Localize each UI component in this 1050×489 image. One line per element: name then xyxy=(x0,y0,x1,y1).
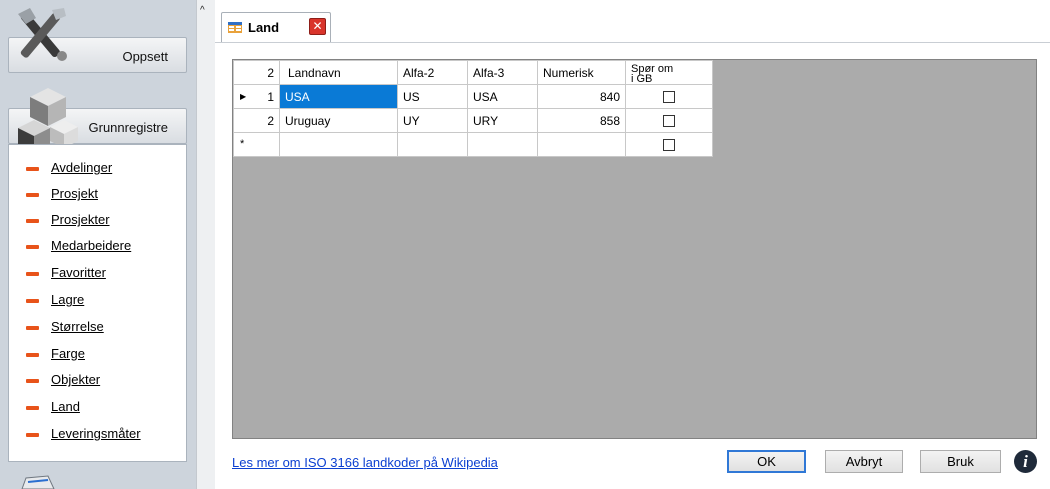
land-table: 2 Landnavn Alfa-2 Alfa-3 Numerisk Spør o… xyxy=(233,60,713,157)
row-header[interactable]: ▶ 1 xyxy=(233,84,280,109)
nav-item-label: Farge xyxy=(51,346,85,361)
nav-item-label: Prosjekter xyxy=(51,212,110,227)
cell-landnavn[interactable]: USA xyxy=(279,84,398,109)
table-row[interactable]: 2 Uruguay UY URY 858 xyxy=(233,108,713,133)
column-header-landnavn[interactable]: Landnavn xyxy=(279,60,398,85)
close-icon[interactable]: ✕ xyxy=(309,18,326,35)
cell-alfa2[interactable]: US xyxy=(397,84,468,109)
cell-spor-om-i-gb[interactable] xyxy=(625,108,713,133)
new-row-marker: * xyxy=(240,138,245,150)
bullet-icon xyxy=(26,245,39,249)
cell-alfa3[interactable]: URY xyxy=(467,108,538,133)
nav-item-leveringsmater[interactable]: Leveringsmåter xyxy=(9,425,184,445)
new-row[interactable]: * xyxy=(233,132,713,157)
info-icon[interactable]: i xyxy=(1014,450,1037,473)
column-header-numerisk[interactable]: Numerisk xyxy=(537,60,626,85)
bullet-icon xyxy=(26,299,39,303)
bullet-icon xyxy=(26,379,39,383)
printer-icon xyxy=(21,475,55,489)
table-row[interactable]: ▶ 1 USA US USA 840 xyxy=(233,84,713,109)
apply-button[interactable]: Bruk xyxy=(920,450,1001,473)
tab-title: Land xyxy=(248,20,280,35)
ok-button[interactable]: OK xyxy=(727,450,806,473)
bullet-icon xyxy=(26,272,39,276)
cell-spor-om-i-gb[interactable] xyxy=(625,84,713,109)
table-icon xyxy=(228,22,242,33)
nav-item-storrelse[interactable]: Størrelse xyxy=(9,318,184,338)
cell-alfa3[interactable] xyxy=(467,132,538,157)
cell-landnavn[interactable] xyxy=(279,132,398,157)
nav-item-lagre[interactable]: Lagre xyxy=(9,291,184,311)
tools-icon xyxy=(18,8,67,61)
nav-item-medarbeidere[interactable]: Medarbeidere xyxy=(9,237,184,257)
current-row-icon: ▶ xyxy=(240,92,247,101)
column-header-alfa3[interactable]: Alfa-3 xyxy=(467,60,538,85)
cell-numerisk[interactable]: 840 xyxy=(537,84,626,109)
nav-item-favoritter[interactable]: Favoritter xyxy=(9,264,184,284)
nav-item-label: Avdelinger xyxy=(51,160,113,175)
bullet-icon xyxy=(26,219,39,223)
nav-item-avdelinger[interactable]: Avdelinger xyxy=(9,159,184,179)
row-header[interactable]: * xyxy=(233,132,280,157)
nav-item-label: Størrelse xyxy=(51,319,104,334)
collapse-arrow-icon[interactable]: ^ xyxy=(200,5,205,16)
wikipedia-link[interactable]: Les mer om ISO 3166 landkoder på Wikiped… xyxy=(232,455,498,470)
nav-item-label: Lagre xyxy=(51,292,85,307)
row-number: 2 xyxy=(267,113,274,128)
checkbox[interactable] xyxy=(663,139,675,152)
nav-item-label: Prosjekt xyxy=(51,186,98,201)
checkbox[interactable] xyxy=(663,115,675,128)
bullet-icon xyxy=(26,326,39,330)
bullet-icon xyxy=(26,353,39,357)
tab-land[interactable]: Land ✕ xyxy=(221,12,331,42)
nav-item-label: Leveringsmåter xyxy=(51,426,141,441)
tab-strip: Land ✕ xyxy=(215,0,1050,43)
registry-list-panel: Avdelinger Prosjekt Prosjekter Medarbeid… xyxy=(8,144,187,462)
checkbox[interactable] xyxy=(663,91,675,104)
nav-item-objekter[interactable]: Objekter xyxy=(9,371,184,391)
cell-alfa3[interactable]: USA xyxy=(467,84,538,109)
bullet-icon xyxy=(26,193,39,197)
panel-splitter[interactable]: ^ xyxy=(196,0,215,489)
nav-item-label: Land xyxy=(51,399,80,414)
cell-alfa2[interactable]: UY xyxy=(397,108,468,133)
nav-item-label: Favoritter xyxy=(51,265,106,280)
nav-item-farge[interactable]: Farge xyxy=(9,345,184,365)
nav-item-label: Medarbeidere xyxy=(51,238,132,253)
cell-spor-om-i-gb[interactable] xyxy=(625,132,713,157)
cell-alfa2[interactable] xyxy=(397,132,468,157)
cell-numerisk[interactable]: 858 xyxy=(537,108,626,133)
data-grid: 2 Landnavn Alfa-2 Alfa-3 Numerisk Spør o… xyxy=(232,59,1037,439)
column-header-spor-om-i-gb[interactable]: Spør om i GB xyxy=(625,60,713,85)
bullet-icon xyxy=(26,433,39,437)
header-row: 2 Landnavn Alfa-2 Alfa-3 Numerisk Spør o… xyxy=(233,60,713,85)
cancel-button[interactable]: Avbryt xyxy=(825,450,903,473)
row-header[interactable]: 2 xyxy=(233,108,280,133)
category-grunnregistre-label: Grunnregistre xyxy=(88,120,168,135)
nav-item-label: Objekter xyxy=(51,372,101,387)
category-oppsett-label: Oppsett xyxy=(122,49,168,64)
cell-numerisk[interactable] xyxy=(537,132,626,157)
nav-item-prosjekt[interactable]: Prosjekt xyxy=(9,185,184,205)
sidebar: Oppsett Grunnregistre Avdelinger Prosjek… xyxy=(0,0,196,489)
bullet-icon xyxy=(26,167,39,171)
bullet-icon xyxy=(26,406,39,410)
row-count-header: 2 xyxy=(233,60,280,85)
row-number: 1 xyxy=(267,89,274,104)
column-header-alfa2[interactable]: Alfa-2 xyxy=(397,60,468,85)
nav-item-prosjekter[interactable]: Prosjekter xyxy=(9,211,184,231)
cell-landnavn[interactable]: Uruguay xyxy=(279,108,398,133)
nav-item-land[interactable]: Land xyxy=(9,398,184,418)
